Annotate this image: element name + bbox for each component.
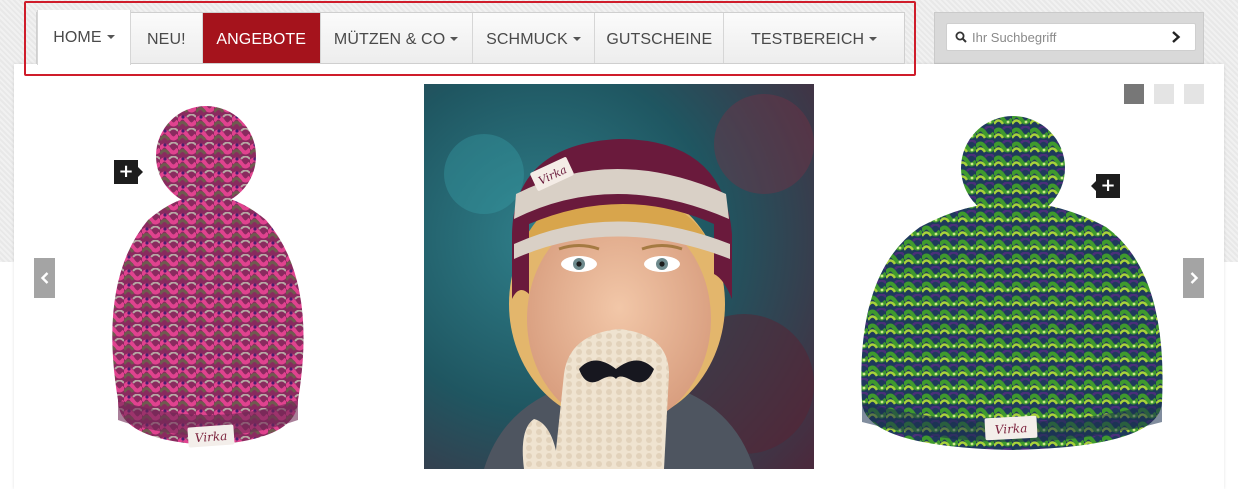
- slider-dot-1[interactable]: [1124, 84, 1144, 104]
- chevron-right-icon: [1172, 31, 1181, 43]
- slide-photo-woman[interactable]: Virka: [424, 84, 814, 469]
- plus-icon: +: [118, 161, 134, 182]
- slider-next-button[interactable]: [1183, 258, 1204, 298]
- search-panel: [934, 12, 1204, 64]
- search-icon: [950, 31, 972, 43]
- brand-label: Virka: [994, 421, 1027, 437]
- chevron-right-icon: [1190, 272, 1198, 284]
- nav-highlight-outline: [24, 1, 916, 76]
- search-submit-button[interactable]: [1162, 31, 1190, 43]
- product-quickview-plus-button[interactable]: +: [1091, 174, 1120, 198]
- slider-pagination: [1124, 84, 1204, 104]
- product-image-pink-beanie[interactable]: Virka: [88, 100, 372, 458]
- slider-dot-2[interactable]: [1154, 84, 1174, 104]
- brand-label: Virka: [194, 429, 227, 445]
- plus-icon: +: [1100, 175, 1116, 196]
- slider-dot-3[interactable]: [1184, 84, 1204, 104]
- search-input[interactable]: [972, 29, 1162, 45]
- slider-prev-button[interactable]: [34, 258, 55, 298]
- product-image-green-beanie[interactable]: Virka: [850, 112, 1172, 458]
- product-quickview-plus-button[interactable]: +: [114, 160, 143, 184]
- chevron-left-icon: [40, 272, 48, 284]
- search-field: [946, 23, 1196, 51]
